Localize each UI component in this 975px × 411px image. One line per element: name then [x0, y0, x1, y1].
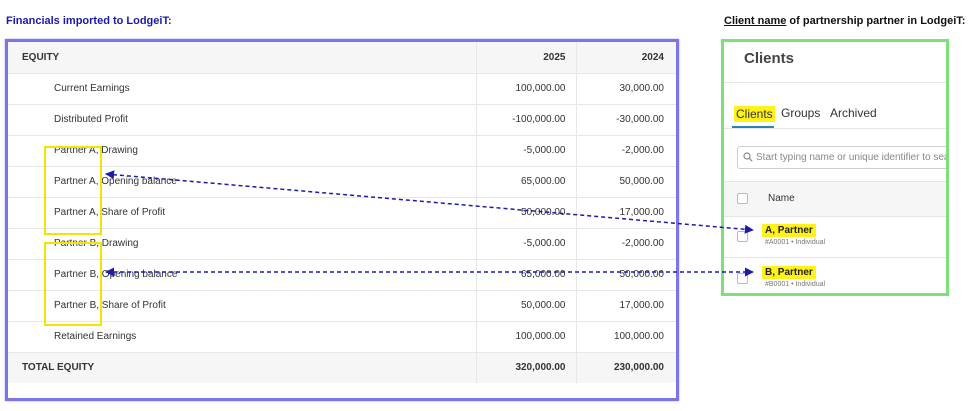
value-2024: 17,000.00 [575, 290, 676, 322]
value-2025: -5,000.00 [475, 135, 576, 167]
value-2025: 50,000.00 [475, 290, 576, 322]
table-header-row: EQUITY 2025 2024 [8, 42, 676, 74]
client-name-link[interactable]: B, Partner [762, 266, 816, 279]
value-2024: -2,000.00 [575, 135, 676, 167]
value-2025: 100,000.00 [475, 73, 576, 105]
value-2024: 50,000.00 [575, 259, 676, 291]
table-row: Partner B, Drawing -5,000.00 -2,000.00 [8, 228, 676, 260]
value-2024: -2,000.00 [575, 228, 676, 260]
row-checkbox[interactable] [737, 273, 748, 284]
table-row: Partner A, Drawing -5,000.00 -2,000.00 [8, 135, 676, 167]
client-id-type: #B0001 • Individual [765, 281, 826, 288]
table-row: Partner B, Share of Profit 50,000.00 17,00… [8, 290, 676, 322]
total-row: TOTAL EQUITY 320,000.00 230,000.00 [8, 352, 676, 383]
search-icon [743, 152, 753, 162]
value-2024: 17,000.00 [575, 197, 676, 229]
page-title: Clients [744, 50, 795, 67]
tabs-divider [724, 128, 946, 129]
year-2025-header: 2025 [475, 42, 576, 74]
row-label: Current Earnings [8, 73, 476, 105]
value-2025: -5,000.00 [475, 228, 576, 260]
table-row: Retained Earnings 100,000.00 100,000.00 [8, 321, 676, 353]
partner-a-highlight-box [44, 146, 102, 235]
table-row: Current Earnings 100,000.00 30,000.00 [8, 73, 676, 105]
equity-header: EQUITY [8, 42, 476, 74]
value-2024: 100,000.00 [575, 321, 676, 353]
value-2025: 100,000.00 [475, 321, 576, 353]
value-2024: -30,000.00 [575, 104, 676, 136]
table-row: Distributed Profit -100,000.00 -30,000.00 [8, 104, 676, 136]
table-row: Partner A, Share of Profit 50,000.00 17,00… [8, 197, 676, 229]
client-name-link[interactable]: A, Partner [762, 224, 816, 237]
row-label: Distributed Profit [8, 104, 476, 136]
financials-caption: Financials imported to LodgeiT: [6, 15, 172, 27]
row-checkbox[interactable] [737, 231, 748, 242]
client-name-underlined: Client name [724, 15, 787, 27]
tab-groups[interactable]: Groups [781, 106, 820, 120]
year-2024-header: 2024 [575, 42, 676, 74]
total-2024: 230,000.00 [575, 352, 676, 383]
list-item[interactable]: A, Partner #A0001 • Individual [724, 216, 946, 258]
list-header: Name [724, 181, 946, 217]
title-divider [724, 82, 946, 83]
clients-panel: Clients Clients Groups Archived Start ty… [721, 39, 949, 296]
equity-table: EQUITY 2025 2024 Current Earnings 100,000… [8, 42, 676, 383]
search-placeholder: Start typing name or unique identifier t… [756, 152, 949, 163]
value-2025: -100,000.00 [475, 104, 576, 136]
tab-clients[interactable]: Clients [734, 106, 775, 122]
select-all-checkbox[interactable] [737, 193, 748, 204]
value-2025: 50,000.00 [475, 197, 576, 229]
search-input[interactable]: Start typing name or unique identifier t… [737, 146, 949, 169]
tab-archived[interactable]: Archived [830, 106, 877, 120]
client-id-type: #A0001 • Individual [765, 239, 826, 246]
value-2024: 50,000.00 [575, 166, 676, 198]
value-2025: 65,000.00 [475, 166, 576, 198]
value-2025: 65,000.00 [475, 259, 576, 291]
table-row: Partner A, Opening balance 65,000.00 50,00… [8, 166, 676, 198]
name-column-header[interactable]: Name [768, 193, 795, 204]
clients-caption: Client name of partnership partner in Lo… [724, 15, 965, 27]
total-2025: 320,000.00 [475, 352, 576, 383]
partner-b-highlight-box [44, 242, 102, 326]
table-row: Partner B, Opening balance 65,000.00 50,00… [8, 259, 676, 291]
client-caption-rest: of partnership partner in LodgeiT: [786, 15, 966, 27]
total-label: TOTAL EQUITY [8, 352, 476, 383]
value-2024: 30,000.00 [575, 73, 676, 105]
financials-panel: EQUITY 2025 2024 Current Earnings 100,000… [5, 39, 679, 401]
list-item[interactable]: B, Partner #B0001 • Individual [724, 258, 946, 293]
